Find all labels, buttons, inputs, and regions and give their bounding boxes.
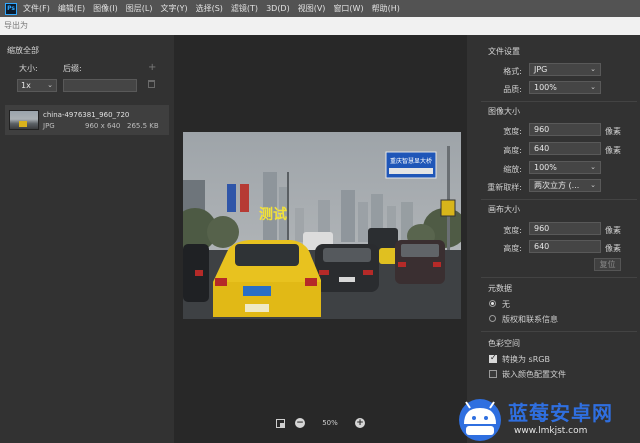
preview-area: 重庆智慧显大桥 测试 − 50% +	[174, 35, 467, 443]
dialog-title: 导出为	[0, 17, 640, 35]
format-label: 格式:	[503, 67, 522, 76]
image-width-input[interactable]: 960	[529, 123, 601, 136]
resample-select[interactable]: 两次立方 (... ⌄	[529, 179, 601, 192]
menu-filter[interactable]: 滤镜(T)	[231, 3, 258, 14]
scale-label: 缩放:	[503, 165, 522, 174]
file-format: JPG	[43, 122, 55, 130]
image-width-label: 宽度:	[503, 127, 522, 136]
image-width-unit: 像素	[605, 127, 621, 136]
resample-label: 重新取样:	[487, 183, 522, 192]
reset-button[interactable]: 复位	[594, 258, 621, 271]
preview-image[interactable]: 重庆智慧显大桥 测试	[183, 132, 461, 319]
scale-select-value: 1x	[21, 81, 31, 90]
watermark-brand: 蓝莓安卓网	[508, 401, 613, 425]
menu-view[interactable]: 视图(V)	[298, 3, 326, 14]
convert-srgb-label: 转换为 sRGB	[502, 355, 550, 364]
metadata-copyright-label: 版权和联系信息	[502, 315, 558, 324]
convert-srgb-checkbox[interactable]	[489, 353, 497, 363]
metadata-none-label: 无	[502, 300, 510, 309]
divider	[481, 277, 637, 278]
settings-panel: 文件设置 格式: JPG ⌄ 品质: 100% ⌄ 图像大小 宽度: 960 像…	[467, 35, 640, 443]
watermark-url: www.lmkjst.com	[514, 426, 588, 436]
zoom-in-icon[interactable]: +	[355, 418, 365, 428]
menu-select[interactable]: 选择(S)	[196, 3, 223, 14]
quality-label: 品质:	[503, 85, 522, 94]
chevron-down-icon: ⌄	[590, 65, 596, 73]
chevron-down-icon: ⌄	[590, 163, 596, 171]
file-size: 265.5 KB	[127, 122, 159, 130]
suffix-label: 后缀:	[63, 64, 82, 73]
scale-all-heading: 缩放全部	[7, 46, 39, 55]
metadata-none-radio[interactable]	[489, 300, 496, 307]
zoom-level: 50%	[322, 419, 338, 427]
scale-select[interactable]: 1x ⌄	[17, 79, 57, 92]
menu-file[interactable]: 文件(F)	[23, 3, 50, 14]
photoshop-logo-icon: Ps	[5, 2, 17, 15]
street-scene-illustration: 重庆智慧显大桥 测试	[183, 132, 461, 319]
canvas-height-label: 高度:	[503, 244, 522, 253]
file-settings-title: 文件设置	[488, 47, 520, 56]
format-select[interactable]: JPG ⌄	[529, 63, 601, 76]
chevron-down-icon: ⌄	[590, 181, 596, 189]
menu-edit[interactable]: 编辑(E)	[58, 3, 85, 14]
file-dimensions: 960 x 640	[85, 122, 121, 130]
chevron-down-icon: ⌄	[47, 81, 53, 89]
canvas-width-label: 宽度:	[503, 226, 522, 235]
canvas-height-unit: 像素	[605, 244, 621, 253]
zoom-out-icon[interactable]: −	[295, 418, 305, 428]
menu-image[interactable]: 图像(I)	[93, 3, 118, 14]
canvas-width-input[interactable]: 960	[529, 222, 601, 235]
overlay-text: 测试	[259, 206, 287, 223]
menu-window[interactable]: 窗口(W)	[333, 3, 363, 14]
suffix-input[interactable]	[63, 79, 137, 92]
embed-profile-checkbox[interactable]	[489, 370, 497, 378]
file-name: china-4976381_960_720	[43, 111, 130, 119]
image-height-label: 高度:	[503, 146, 522, 155]
size-label: 大小:	[19, 64, 38, 73]
menu-bar: Ps 文件(F) 编辑(E) 图像(I) 图层(L) 文字(Y) 选择(S) 滤…	[0, 0, 640, 17]
chevron-down-icon: ⌄	[590, 83, 596, 91]
fit-to-screen-icon[interactable]	[276, 418, 285, 428]
trash-icon[interactable]	[148, 80, 155, 88]
android-mascot-logo-icon	[459, 399, 501, 441]
watermark: 蓝莓安卓网 www.lmkjst.com	[452, 393, 638, 443]
color-space-title: 色彩空间	[488, 339, 520, 348]
image-scale-value: 100%	[534, 163, 557, 172]
menu-help[interactable]: 帮助(H)	[372, 3, 400, 14]
menu-layer[interactable]: 图层(L)	[126, 3, 153, 14]
scale-panel: 缩放全部 大小: 后缀: + 1x ⌄ china-4976381_960_72…	[0, 35, 174, 443]
file-list-item[interactable]: china-4976381_960_720 JPG 960 x 640 265.…	[5, 105, 169, 135]
canvas-size-title: 画布大小	[488, 205, 520, 214]
quality-select[interactable]: 100% ⌄	[529, 81, 601, 94]
resample-value: 两次立方 (...	[534, 181, 580, 190]
menu-type[interactable]: 文字(Y)	[160, 3, 187, 14]
canvas-height-input[interactable]: 640	[529, 240, 601, 253]
image-size-title: 图像大小	[488, 107, 520, 116]
metadata-title: 元数据	[488, 284, 512, 293]
image-height-input[interactable]: 640	[529, 142, 601, 155]
add-scale-icon[interactable]: +	[148, 62, 156, 73]
metadata-copyright-radio[interactable]	[489, 315, 496, 322]
file-thumbnail	[9, 110, 39, 130]
zoom-toolbar: − 50% +	[174, 415, 467, 431]
divider	[481, 331, 637, 332]
road-sign-text: 重庆智慧显大桥	[390, 157, 432, 165]
image-height-unit: 像素	[605, 146, 621, 155]
embed-profile-label: 嵌入颜色配置文件	[502, 370, 566, 379]
divider	[481, 199, 637, 200]
format-select-value: JPG	[534, 65, 548, 74]
quality-select-value: 100%	[534, 83, 557, 92]
divider	[481, 101, 637, 102]
menu-3d[interactable]: 3D(D)	[266, 4, 290, 13]
image-scale-select[interactable]: 100% ⌄	[529, 161, 601, 174]
canvas-width-unit: 像素	[605, 226, 621, 235]
